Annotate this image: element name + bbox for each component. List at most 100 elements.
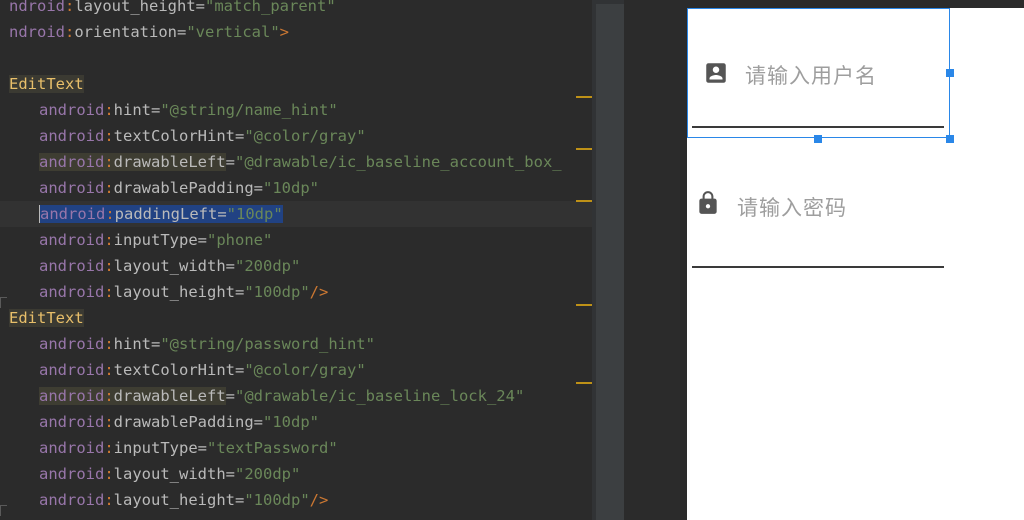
attribute-name: android:drawablePadding	[39, 179, 254, 197]
equals: =	[225, 257, 235, 275]
warning-marker[interactable]	[576, 304, 592, 306]
colon: :	[105, 205, 115, 223]
code-line[interactable]	[0, 45, 592, 71]
colon: :	[104, 231, 114, 249]
namespace: android	[40, 205, 106, 223]
username-edittext[interactable]: 请输入用户名	[687, 8, 954, 143]
colon: :	[104, 361, 114, 379]
scroll-track[interactable]	[596, 4, 624, 520]
attr-value: "textPassword"	[207, 439, 338, 457]
attribute-name: android:inputType	[39, 231, 198, 249]
attribute-name: android:drawableLeft	[39, 387, 226, 405]
attribute: android:drawableLeft="@drawable/ic_basel…	[39, 153, 562, 171]
attribute-name: ndroid:layout_height	[9, 0, 196, 15]
attribute: android:hint="@string/name_hint"	[39, 101, 338, 119]
fold-marker-icon[interactable]	[0, 505, 7, 516]
colon: :	[104, 153, 114, 171]
password-edittext[interactable]: 请输入密码	[687, 139, 951, 270]
attribute-name: android:layout_width	[39, 257, 226, 275]
xml-tag: EditText	[9, 75, 84, 93]
code-editor[interactable]: ndroid:layout_height="match_parent" ndroi…	[0, 0, 592, 520]
namespace: ndroid	[9, 23, 65, 41]
code-line[interactable]: android:layout_width="200dp"	[0, 461, 592, 487]
warning-marker[interactable]	[576, 382, 592, 384]
code-line[interactable]: android:inputType="phone"	[0, 227, 592, 253]
resize-handle-right[interactable]	[946, 69, 954, 77]
xml-tag: EditText	[9, 309, 84, 327]
code-line[interactable]: android:layout_height="100dp"/>	[0, 487, 592, 513]
tag-end: />	[309, 491, 329, 509]
warning-marker[interactable]	[576, 200, 592, 202]
attr-value: "200dp"	[235, 257, 301, 275]
attr-key: layout_height	[113, 491, 235, 509]
editor-scrollbar-region[interactable]	[592, 0, 624, 520]
code-line[interactable]: android:textColorHint="@color/gray"	[0, 357, 592, 383]
attribute-name: android:hint	[39, 335, 151, 353]
attr-key: textColorHint	[113, 361, 235, 379]
attribute: android:layout_height="100dp"	[39, 283, 310, 301]
code-line[interactable]: android:drawablePadding="10dp"	[0, 175, 592, 201]
code-line[interactable]: ndroid:orientation="vertical">	[0, 19, 592, 45]
attr-key: drawablePadding	[113, 413, 254, 431]
attribute-name: android:inputType	[39, 439, 198, 457]
code-line[interactable]: ndroid:layout_height="match_parent"	[0, 0, 592, 19]
namespace: android	[39, 465, 105, 483]
attribute-name: android:hint	[39, 101, 151, 119]
attribute-name: android:textColorHint	[39, 127, 235, 145]
attr-value: "100dp"	[244, 491, 310, 509]
layout-preview-panel[interactable]: 请输入用户名 请输入密码	[624, 0, 1024, 520]
colon: :	[104, 257, 114, 275]
code-line[interactable]: android:textColorHint="@color/gray"	[0, 123, 592, 149]
colon: :	[104, 491, 114, 509]
colon: :	[104, 283, 114, 301]
equals: =	[225, 387, 235, 405]
namespace: android	[39, 231, 105, 249]
code-line[interactable]: android:drawableLeft="@drawable/ic_basel…	[0, 149, 592, 175]
colon: :	[104, 387, 114, 405]
password-hint: 请输入密码	[737, 196, 847, 220]
colon: :	[65, 23, 75, 41]
account-box-icon	[703, 60, 729, 90]
password-underline	[692, 266, 944, 268]
device-preview[interactable]: 请输入用户名 请输入密码	[687, 8, 1024, 520]
attribute-name: android:paddingLeft	[40, 205, 217, 223]
selected-text: android:paddingLeft="10dp"	[40, 205, 283, 223]
attr-key: layout_height	[74, 0, 196, 15]
code-line[interactable]: android:inputType="textPassword"	[0, 435, 592, 461]
equals: =	[197, 439, 208, 457]
warning-marker[interactable]	[576, 96, 592, 98]
attribute: android:drawableLeft="@drawable/ic_basel…	[39, 387, 524, 405]
attr-value: "200dp"	[235, 465, 301, 483]
code-line[interactable]: android:paddingLeft="10dp"	[0, 201, 592, 227]
namespace: android	[39, 387, 105, 405]
attr-key: inputType	[113, 231, 198, 249]
equals: =	[177, 23, 187, 41]
attribute: ndroid:layout_height="match_parent"	[9, 0, 336, 15]
attribute: android:hint="@string/password_hint"	[39, 335, 375, 353]
equals: =	[235, 361, 245, 379]
code-line[interactable]: android:layout_height="100dp"/>	[0, 279, 592, 305]
code-line[interactable]: android:drawablePadding="10dp"	[0, 409, 592, 435]
code-line[interactable]: EditText	[0, 71, 592, 97]
colon: :	[65, 0, 75, 15]
warning-marker[interactable]	[576, 148, 592, 150]
tag-end: >	[279, 23, 290, 41]
attr-value: "10dp"	[263, 413, 319, 431]
attr-key: hint	[113, 335, 151, 353]
code-line[interactable]: android:drawableLeft="@drawable/ic_basel…	[0, 383, 592, 409]
fold-marker-icon[interactable]	[0, 297, 7, 308]
attribute-name: android:layout_width	[39, 465, 226, 483]
colon: :	[104, 101, 114, 119]
code-line[interactable]: android:hint="@string/password_hint"	[0, 331, 592, 357]
colon: :	[104, 335, 114, 353]
code-line[interactable]: EditText	[0, 305, 592, 331]
attribute: android:textColorHint="@color/gray"	[39, 361, 366, 379]
colon: :	[104, 439, 114, 457]
attr-value: "10dp"	[226, 205, 283, 223]
code-line[interactable]: android:layout_width="200dp"	[0, 253, 592, 279]
code-line[interactable]: android:hint="@string/name_hint"	[0, 97, 592, 123]
colon: :	[104, 127, 114, 145]
attr-key: drawableLeft	[113, 153, 226, 171]
namespace: android	[39, 153, 105, 171]
equals: =	[235, 491, 245, 509]
